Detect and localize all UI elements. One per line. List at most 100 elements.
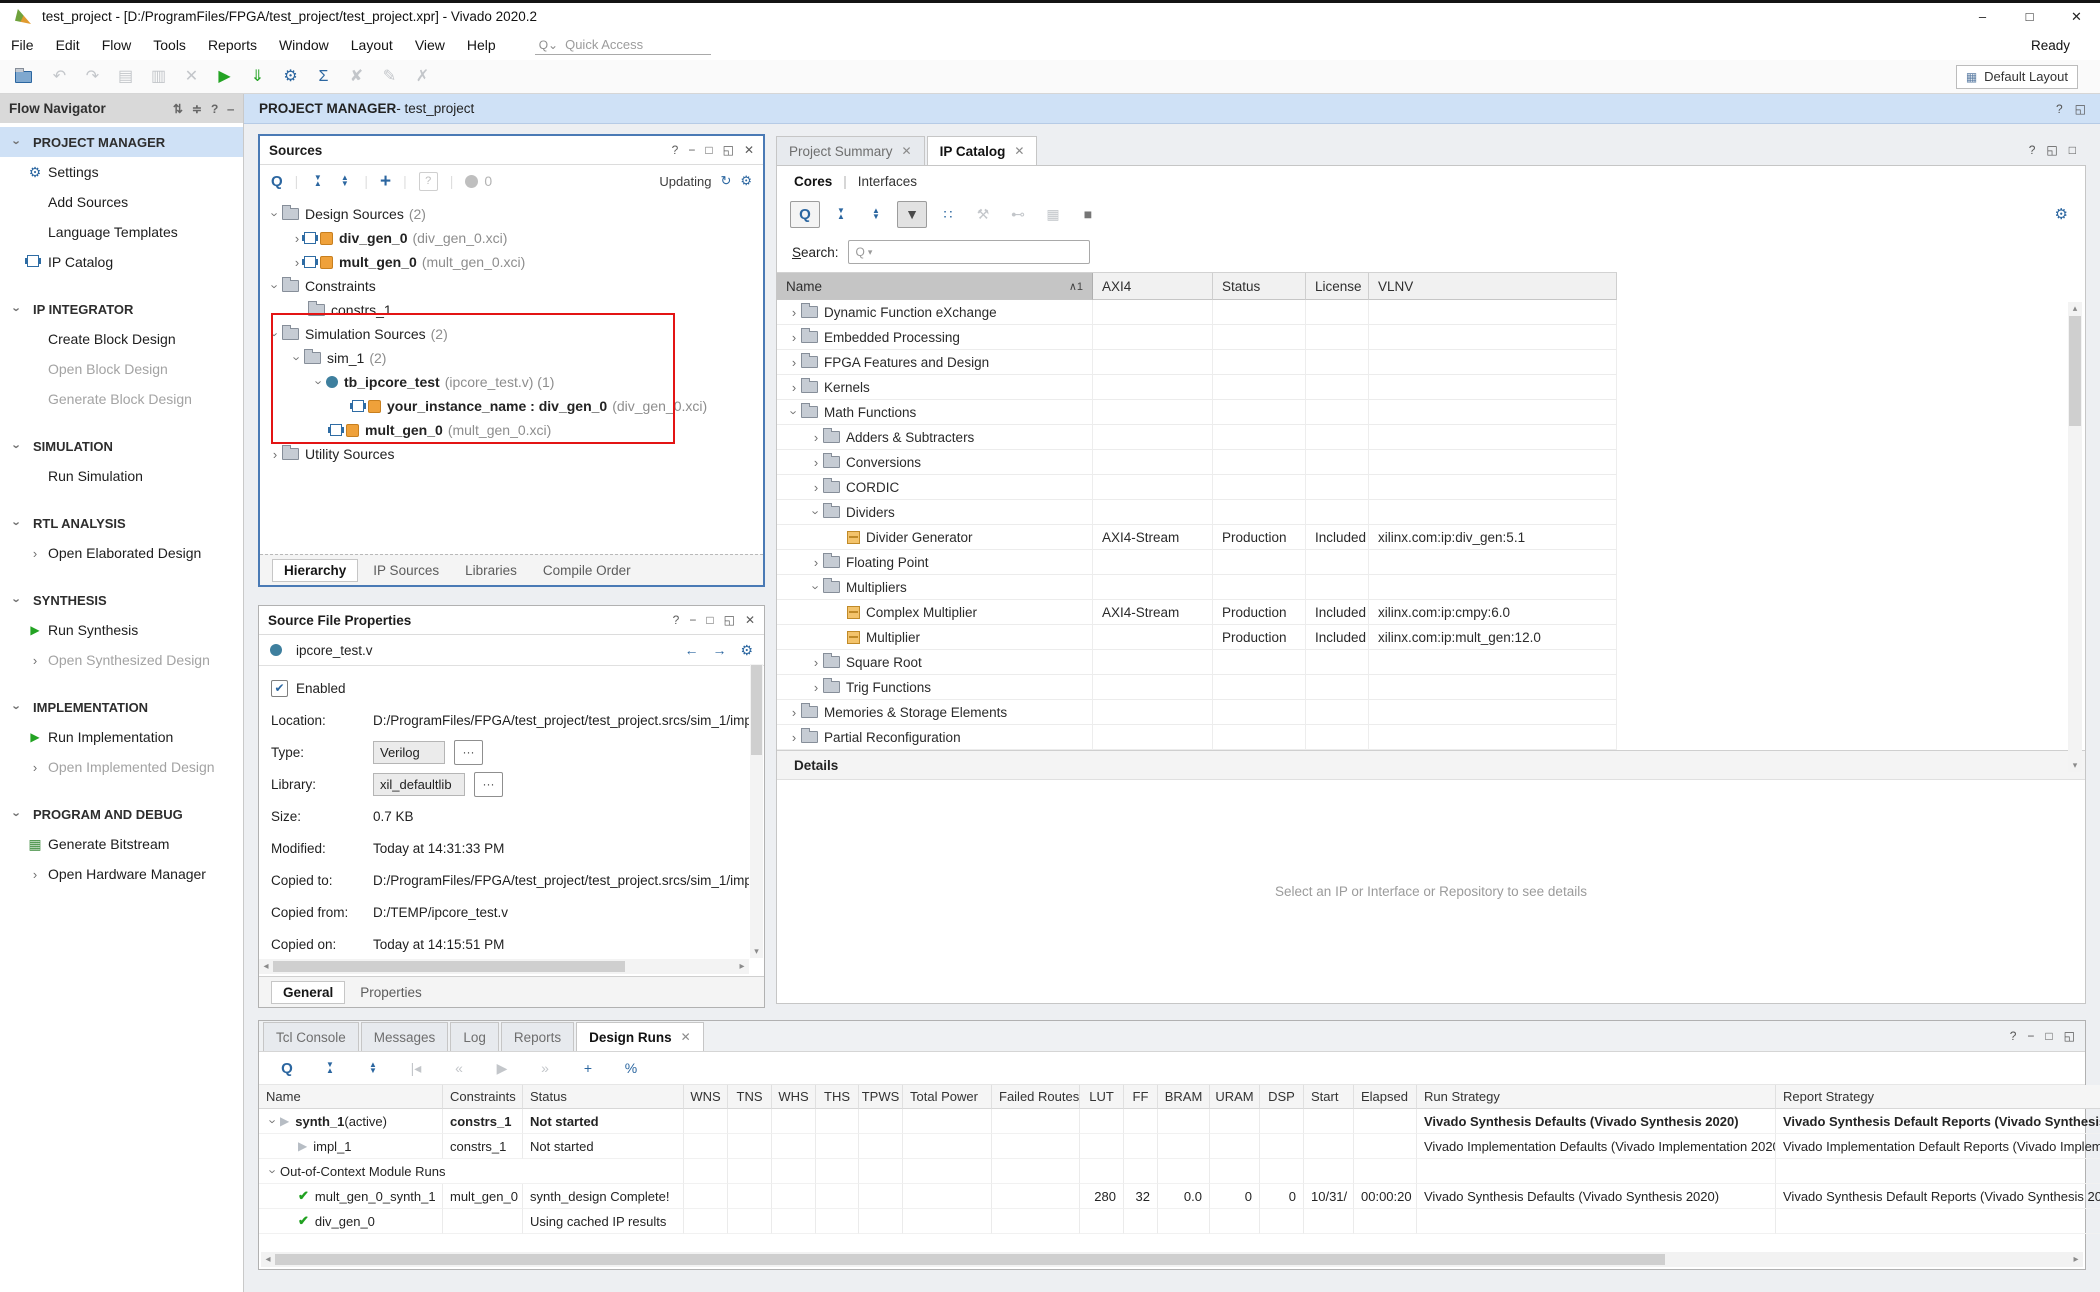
flownav-section-project-manager[interactable]: ›PROJECT MANAGER — [0, 127, 243, 157]
chevron-right-icon[interactable]: › — [809, 456, 823, 469]
sources-tree-item-mult-gen-0[interactable]: ›mult_gen_0(mult_gen_0.xci) — [260, 250, 761, 274]
flownav-item-open-elaborated-design[interactable]: ›Open Elaborated Design — [0, 538, 243, 568]
column-header-elapsed[interactable]: Elapsed — [1354, 1085, 1417, 1109]
refresh-icon[interactable]: ↻ — [720, 173, 731, 189]
flownav-item-language-templates[interactable]: Language Templates — [0, 217, 243, 247]
design-run-row-out-of-context-module-runs[interactable]: ›Out-of-Context Module Runs — [259, 1159, 2085, 1184]
ip-search-input[interactable]: Q▾ — [848, 240, 1090, 264]
chevron-right-icon[interactable]: › — [268, 448, 282, 461]
float-icon[interactable]: ◱ — [2046, 143, 2057, 157]
gear-icon[interactable]: ⚙ — [740, 173, 752, 189]
sources-tab-compile-order[interactable]: Compile Order — [532, 560, 642, 581]
scrollbar-thumb[interactable] — [273, 961, 625, 972]
flownav-item-run-synthesis[interactable]: ▶Run Synthesis — [0, 615, 243, 645]
menu-edit[interactable]: Edit — [45, 37, 91, 53]
scroll-down-icon[interactable]: ▾ — [750, 946, 763, 957]
chevron-down-icon[interactable]: › — [267, 1114, 280, 1128]
back-arrow-icon[interactable]: ← — [684, 642, 698, 659]
chevron-right-icon[interactable]: › — [787, 331, 801, 344]
ip-row-square-root[interactable]: ›Square Root — [777, 650, 1617, 675]
menu-tools[interactable]: Tools — [142, 37, 197, 53]
column-header-start[interactable]: Start — [1304, 1085, 1354, 1109]
column-header-dsp[interactable]: DSP — [1260, 1085, 1304, 1109]
minimize-icon[interactable]: − — [2027, 1029, 2034, 1043]
sort-icon[interactable]: ≑ — [192, 102, 202, 116]
menu-view[interactable]: View — [404, 37, 456, 53]
sources-tree-item-tb-ipcore-test[interactable]: ›tb_ipcore_test(ipcore_test.v) (1) — [260, 370, 761, 394]
ip-row-dividers[interactable]: ›Dividers — [777, 500, 1617, 525]
flownav-item-open-synthesized-design[interactable]: ›Open Synthesized Design — [0, 645, 243, 675]
ip-row-divider-generator[interactable]: Divider GeneratorAXI4-StreamProductionIn… — [777, 525, 1617, 550]
chevron-right-icon[interactable]: › — [809, 656, 823, 669]
column-header-name[interactable]: Name — [259, 1085, 443, 1109]
tab-ip-catalog[interactable]: IP Catalog ✕ — [927, 136, 1038, 165]
minimize-button[interactable]: – — [1959, 3, 2006, 30]
maximize-icon[interactable]: □ — [705, 143, 712, 157]
percent-button[interactable]: % — [617, 1056, 645, 1081]
chevron-right-icon[interactable]: › — [787, 381, 801, 394]
subtab-interfaces[interactable]: Interfaces — [858, 174, 917, 189]
sources-tree-item-constrs-1[interactable]: constrs_1 — [260, 298, 761, 322]
scroll-up-icon[interactable]: ▴ — [2068, 303, 2082, 314]
column-header-uram[interactable]: URAM — [1210, 1085, 1260, 1109]
enabled-checkbox[interactable]: ✔ — [271, 680, 288, 697]
ip-row-memories-storage-elements[interactable]: ›Memories & Storage Elements — [777, 700, 1617, 725]
gear-icon[interactable]: ⚙ — [2055, 205, 2068, 223]
chevron-down-icon[interactable]: › — [267, 1164, 280, 1178]
maximize-icon[interactable]: □ — [2045, 1029, 2052, 1043]
chevron-right-icon[interactable]: › — [809, 431, 823, 444]
chevron-right-icon[interactable]: › — [809, 681, 823, 694]
flownav-item-create-block-design[interactable]: Create Block Design — [0, 324, 243, 354]
search-button[interactable]: Q — [790, 201, 820, 228]
column-header-tpws[interactable]: TPWS — [859, 1085, 903, 1109]
float-icon[interactable]: ◱ — [2075, 102, 2086, 116]
run-button[interactable]: ▶ — [208, 64, 241, 90]
scrollbar-thumb[interactable] — [275, 1254, 1665, 1265]
maximize-button[interactable]: □ — [2006, 3, 2053, 30]
column-header-status[interactable]: Status — [523, 1085, 684, 1109]
flownav-item-ip-catalog[interactable]: IP Catalog — [0, 247, 243, 277]
details-box-button[interactable]: ■ — [1074, 202, 1102, 227]
filter-button[interactable]: ▼ — [897, 201, 927, 228]
results-horizontal-scrollbar[interactable]: ◂ ▸ — [261, 1252, 2083, 1267]
sources-tree-item-mult-gen-0[interactable]: mult_gen_0(mult_gen_0.xci) — [260, 418, 761, 442]
design-run-row-impl-1[interactable]: ▶impl_1constrs_1Not startedVivado Implem… — [259, 1134, 2085, 1159]
sources-tree-item-design-sources[interactable]: ›Design Sources(2) — [260, 202, 761, 226]
column-header-license[interactable]: License — [1306, 273, 1369, 300]
chevron-right-icon[interactable]: › — [809, 481, 823, 494]
ip-row-embedded-processing[interactable]: ›Embedded Processing — [777, 325, 1617, 350]
flownav-section-synthesis[interactable]: ›SYNTHESIS — [0, 585, 243, 615]
float-icon[interactable]: ◱ — [723, 143, 734, 157]
scrollbar-thumb[interactable] — [2069, 316, 2081, 426]
sfp-tab-properties[interactable]: Properties — [349, 982, 433, 1003]
column-header-report-strategy[interactable]: Report Strategy — [1776, 1085, 2100, 1109]
collapse-button[interactable] — [316, 1056, 344, 1081]
ip-row-adders-subtracters[interactable]: ›Adders & Subtracters — [777, 425, 1617, 450]
results-tab-design-runs[interactable]: Design Runs✕ — [576, 1022, 704, 1051]
gear-icon[interactable]: ⚙ — [740, 642, 753, 659]
ip-row-trig-functions[interactable]: ›Trig Functions — [777, 675, 1617, 700]
column-header-ths[interactable]: THS — [816, 1085, 859, 1109]
expand-all-icon[interactable] — [337, 175, 352, 187]
column-header-ff[interactable]: FF — [1124, 1085, 1158, 1109]
help-icon[interactable]: ? — [2056, 102, 2063, 116]
column-header-failed-routes[interactable]: Failed Routes — [992, 1085, 1080, 1109]
close-icon[interactable]: ✕ — [744, 143, 754, 157]
column-header-axi4[interactable]: AXI4 — [1093, 273, 1213, 300]
results-tab-messages[interactable]: Messages — [361, 1022, 449, 1051]
ip-row-cordic[interactable]: ›CORDIC — [777, 475, 1617, 500]
close-button[interactable]: ✕ — [2053, 3, 2100, 30]
chevron-right-icon[interactable]: › — [787, 706, 801, 719]
column-header-status[interactable]: Status — [1213, 273, 1306, 300]
sfp-tab-general[interactable]: General — [271, 981, 345, 1004]
results-tab-reports[interactable]: Reports — [501, 1022, 574, 1051]
sfp-vertical-scrollbar[interactable]: ▾ — [750, 664, 763, 958]
close-icon[interactable]: ✕ — [902, 144, 912, 158]
chevron-down-icon[interactable]: › — [788, 405, 801, 419]
menu-help[interactable]: Help — [456, 37, 507, 53]
menu-file[interactable]: File — [0, 37, 45, 53]
help-icon[interactable]: ? — [673, 613, 680, 627]
ip-row-floating-point[interactable]: ›Floating Point — [777, 550, 1617, 575]
scrollbar-thumb[interactable] — [751, 665, 762, 755]
column-header-whs[interactable]: WHS — [772, 1085, 816, 1109]
